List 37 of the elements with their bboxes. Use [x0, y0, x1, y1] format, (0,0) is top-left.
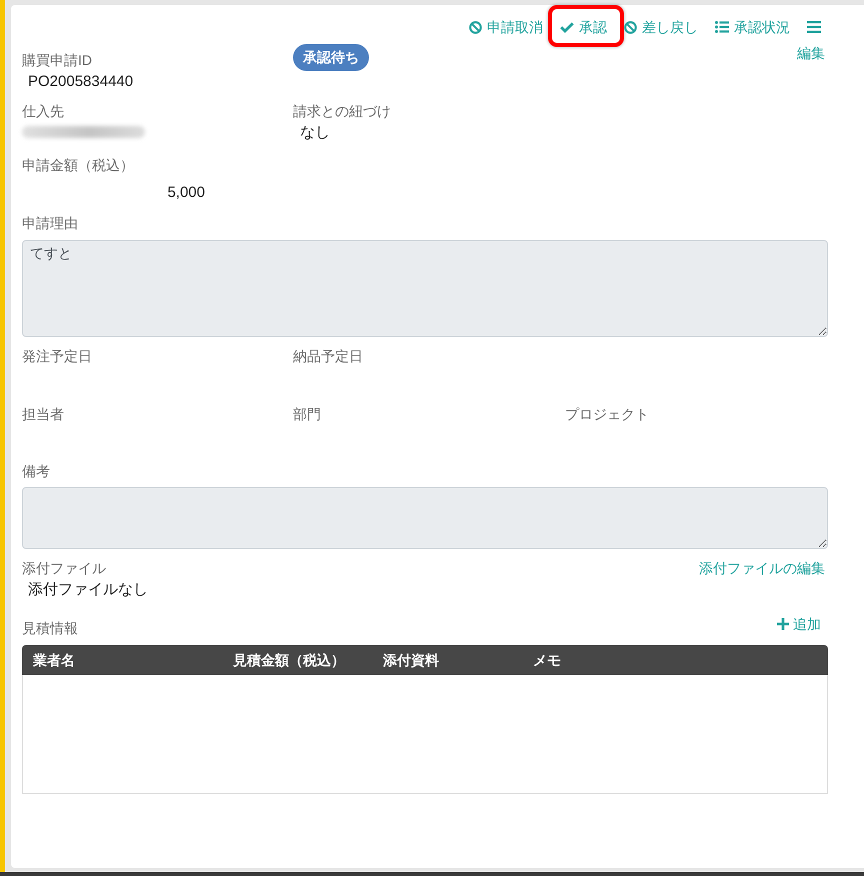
plus-icon [777, 618, 789, 630]
field-label: 仕入先 [22, 102, 64, 121]
field-label: 担当者 [22, 405, 64, 424]
field-label: 購買申請ID [22, 51, 92, 70]
list-icon [715, 21, 729, 33]
column-header: 見積金額（税込） [233, 651, 345, 670]
column-header: 添付資料 [383, 651, 439, 670]
menu-icon [807, 21, 821, 33]
field-label: 申請理由 [22, 214, 78, 233]
return-button[interactable]: 差し戻し [624, 17, 698, 37]
field-label: 部門 [293, 405, 321, 424]
add-button[interactable]: 追加 [777, 614, 821, 634]
column-header: 業者名 [33, 651, 75, 670]
field-value: PO2005834440 [27, 72, 134, 92]
field-label: 発注予定日 [22, 347, 92, 366]
edit-link[interactable]: 編集 [797, 43, 825, 63]
field-label: 備考 [22, 462, 50, 481]
check-icon [560, 22, 574, 32]
ban-icon [624, 20, 637, 34]
edit-attachments-link[interactable]: 添付ファイルの編集 [699, 558, 825, 578]
field-label: 納品予定日 [293, 347, 363, 366]
approve-button[interactable]: 承認 [560, 17, 607, 37]
field-label: 見積情報 [22, 619, 78, 638]
column-header: メモ [533, 651, 561, 670]
field-label: 請求との紐づけ [293, 102, 391, 121]
cancel-button[interactable]: 申請取消 [469, 17, 543, 37]
ban-icon [469, 20, 482, 34]
approval-status-button[interactable]: 承認状況 [715, 17, 790, 37]
field-label: 申請金額（税込） [22, 156, 134, 175]
field-label: 添付ファイル [22, 559, 106, 578]
reason-textarea[interactable]: てすと [22, 240, 828, 337]
menu-button[interactable] [807, 21, 821, 33]
status-badge: 承認待ち [293, 44, 369, 71]
field-value: なし [299, 123, 330, 143]
field-label: プロジェクト [565, 405, 649, 424]
amount-value: 5,000 [167, 183, 205, 203]
field-value: 添付ファイルなし [27, 580, 148, 600]
